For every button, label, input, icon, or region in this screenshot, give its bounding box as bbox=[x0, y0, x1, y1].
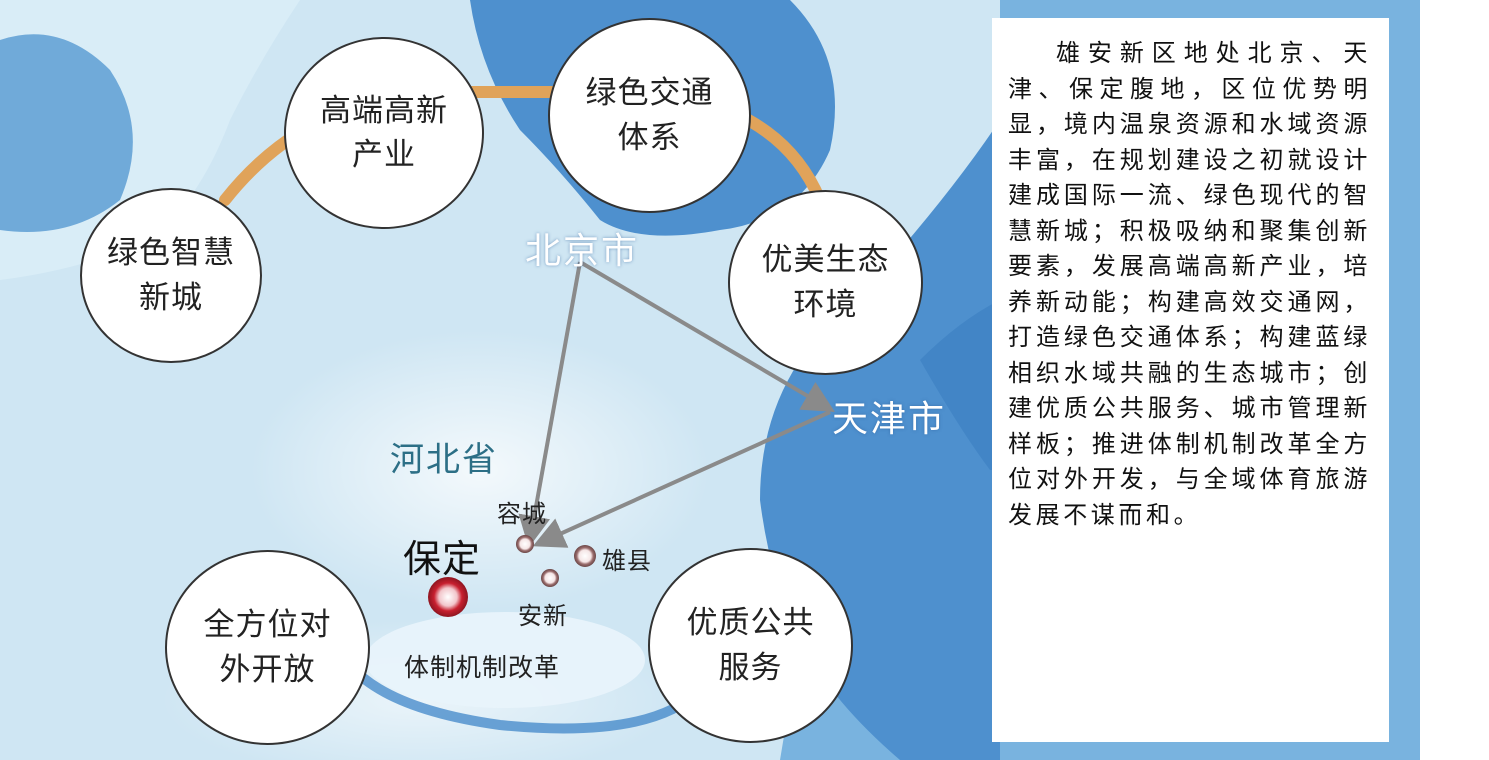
bubble-high-tech: 高端高新 产业 bbox=[284, 37, 484, 229]
bubble-line: 环境 bbox=[793, 286, 858, 323]
bubble-opening: 全方位对 外开放 bbox=[165, 550, 370, 745]
description-panel: 雄安新区地处北京、天津、保定腹地，区位优势明显，境内温泉资源和水域资源丰富，在规… bbox=[992, 18, 1389, 742]
baoding-label: 保定 bbox=[403, 537, 482, 581]
bubble-public-service: 优质公共 服务 bbox=[648, 548, 853, 743]
rongcheng-marker bbox=[516, 535, 534, 553]
beijing-label: 北京市 bbox=[525, 231, 640, 272]
anxin-marker bbox=[541, 569, 559, 587]
bubble-line: 外开放 bbox=[219, 651, 316, 688]
bubble-ecology: 优美生态 环境 bbox=[728, 190, 923, 375]
tianjin-label: 天津市 bbox=[832, 399, 947, 440]
bubble-line: 绿色交通 bbox=[585, 75, 714, 112]
xiongxian-marker bbox=[574, 545, 596, 567]
description-text: 雄安新区地处北京、天津、保定腹地，区位优势明显，境内温泉资源和水域资源丰富，在规… bbox=[1008, 39, 1371, 529]
bubble-line: 服务 bbox=[718, 649, 783, 686]
bubble-line: 绿色智慧 bbox=[107, 235, 235, 272]
anxin-label: 安新 bbox=[518, 602, 568, 630]
reform-label: 体制机制改革 bbox=[404, 653, 561, 682]
bubble-line: 新城 bbox=[139, 279, 203, 316]
xiongxian-label: 雄县 bbox=[602, 547, 652, 575]
rongcheng-label: 容城 bbox=[497, 500, 547, 528]
bubble-line: 优质公共 bbox=[686, 605, 815, 642]
baoding-marker bbox=[428, 577, 468, 617]
bubble-smart-city: 绿色智慧 新城 bbox=[80, 188, 262, 363]
bubble-line: 产业 bbox=[352, 137, 416, 173]
bubble-green-transport: 绿色交通 体系 bbox=[548, 18, 751, 213]
bubble-line: 体系 bbox=[617, 119, 682, 156]
hebei-label: 河北省 bbox=[390, 440, 498, 480]
bubble-line: 优美生态 bbox=[761, 242, 890, 279]
bubble-line: 高端高新 bbox=[320, 92, 448, 129]
bubble-line: 全方位对 bbox=[203, 607, 332, 644]
